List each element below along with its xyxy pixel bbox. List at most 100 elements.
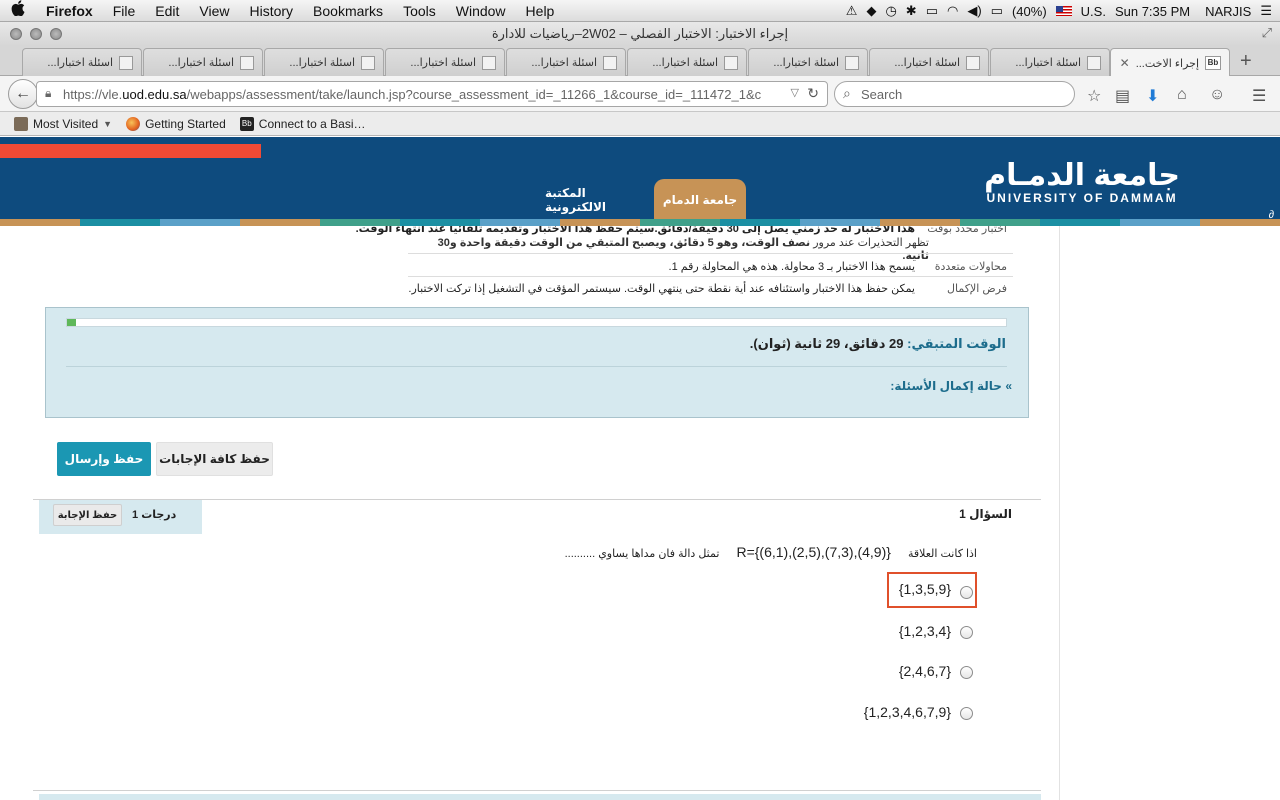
page-icon	[724, 55, 738, 70]
close-window-button[interactable]	[10, 28, 22, 40]
question-points: 1 درجات	[132, 509, 177, 521]
search-bar[interactable]: ⌕ Search	[834, 81, 1075, 107]
menu-icon[interactable]: ☰	[1252, 86, 1266, 106]
page-icon	[1087, 55, 1101, 70]
url-bar[interactable]: 🔒︎ https://vle. uod.edu.sa/webapps/assess…	[36, 81, 828, 107]
tab-label: ...اسئلة اختبارا	[47, 57, 113, 69]
university-logo[interactable]: جامعة الدمـام UNIVERSITY OF DAMMAM	[984, 159, 1180, 206]
nav-tab-university[interactable]: جامعة الدمام	[654, 179, 746, 221]
fullscreen-icon[interactable]: ⤢	[1262, 25, 1272, 41]
save-and-submit-button[interactable]: حفظ وإرسال	[57, 442, 151, 476]
input-source[interactable]: U.S.	[1081, 4, 1106, 19]
wifi-icon[interactable]: ◠	[947, 3, 958, 19]
answer-choice[interactable]: {2,4,6,7}	[840, 660, 980, 684]
question-label: السؤال	[969, 507, 1012, 521]
menu-window[interactable]: Window	[446, 3, 516, 19]
zoom-window-button[interactable]	[50, 28, 62, 40]
browser-tab[interactable]: ...اسئلة اختبارا	[990, 48, 1110, 76]
force-completion-label: فرض الإكمال	[947, 283, 1007, 295]
minimize-window-button[interactable]	[30, 28, 42, 40]
list-icon[interactable]: ☰	[1260, 3, 1272, 19]
menu-firefox[interactable]: Firefox	[36, 3, 103, 19]
time-machine-icon[interactable]: ◷	[885, 3, 896, 19]
url-path: /webapps/assessment/take/launch.jsp?cour…	[186, 86, 762, 102]
menu-edit[interactable]: Edit	[145, 3, 189, 19]
question-status-label: حالة إكمال الأسئلة:	[890, 379, 1002, 393]
browser-tab-active[interactable]: ✕ ...إجراء الاخت Bb	[1110, 48, 1230, 77]
browser-tab[interactable]: ...اسئلة اختبارا	[748, 48, 868, 76]
bookmark-connect[interactable]: Bb Connect to a Basi…	[239, 116, 366, 131]
menu-help[interactable]: Help	[516, 3, 565, 19]
choice-radio[interactable]	[960, 626, 973, 639]
attempts-label: محاولات متعددة	[934, 261, 1007, 273]
browser-tab[interactable]: ...اسئلة اختبارا	[385, 48, 505, 76]
reload-icon[interactable]: ↻	[807, 85, 819, 102]
new-tab-icon[interactable]: +	[1240, 50, 1252, 73]
menu-history[interactable]: History	[239, 3, 303, 19]
back-arrow-icon: ←	[15, 85, 31, 102]
choice-radio[interactable]	[960, 586, 973, 599]
search-placeholder: Search	[861, 86, 903, 102]
logo-arabic: جامعة الدمـام	[984, 159, 1180, 192]
dropbox-icon[interactable]: ◆	[866, 3, 876, 19]
window-titlebar: إجراء الاختبار: الاختبار الفصلي – 2W02–ر…	[0, 22, 1280, 46]
save-all-answers-button[interactable]: حفظ كافة الإجابات	[156, 442, 273, 476]
battery-icon[interactable]: ▭	[991, 3, 1003, 19]
browser-tab[interactable]: ...اسئلة اختبارا	[627, 48, 747, 76]
dropdown-icon[interactable]: ▽	[790, 86, 799, 99]
tab-label: ...اسئلة اختبارا	[531, 57, 597, 69]
bluetooth-icon[interactable]: ✱	[906, 3, 917, 19]
firefox-icon	[126, 116, 141, 131]
browser-tab[interactable]: ...اسئلة اختبارا	[506, 48, 626, 76]
menu-file[interactable]: File	[103, 3, 146, 19]
save-answer-button[interactable]: حفظ الإجابة	[53, 504, 122, 526]
color-strip	[0, 219, 1280, 226]
bookmark-label: Getting Started	[145, 116, 226, 131]
nav-tab-library[interactable]: المكتبة الالكترونية	[545, 179, 645, 221]
color-strip-segment	[480, 219, 560, 226]
alert-icon[interactable]: ⚠	[846, 3, 858, 19]
downloads-icon[interactable]: ⬇	[1146, 86, 1159, 106]
clock[interactable]: Sun 7:35 PM	[1115, 4, 1190, 19]
choice-label: {2,4,6,7}	[898, 663, 951, 679]
battery-percent: (40%)	[1011, 3, 1047, 19]
display-icon[interactable]: ▭	[926, 3, 938, 19]
color-strip-segment	[640, 219, 720, 226]
timer-progress-fill	[67, 319, 77, 326]
divider	[408, 276, 1013, 277]
menu-tools[interactable]: Tools	[393, 3, 446, 19]
browser-tab[interactable]: ...اسئلة اختبارا	[869, 48, 989, 76]
menu-view[interactable]: View	[189, 3, 239, 19]
back-button[interactable]: ←	[8, 79, 38, 109]
apple-icon[interactable]	[0, 0, 36, 21]
user-name[interactable]: NARJIS	[1205, 4, 1251, 19]
answer-choice[interactable]: {1,2,3,4,6,7,9}	[840, 701, 980, 725]
bookmark-most-visited[interactable]: Most Visited ▼	[14, 116, 112, 131]
answer-choice[interactable]: {1,3,5,9}	[840, 580, 980, 604]
menu-bookmarks[interactable]: Bookmarks	[303, 3, 393, 19]
folder-icon	[14, 116, 28, 131]
browser-tab[interactable]: ...اسئلة اختبارا	[22, 48, 142, 76]
question-number: 1	[959, 507, 966, 521]
color-strip-segment	[80, 219, 160, 226]
question-status-toggle[interactable]: » حالة إكمال الأسئلة:	[890, 379, 1012, 393]
browser-tab[interactable]: ...اسئلة اختبارا	[143, 48, 263, 76]
answer-choice[interactable]: {1,2,3,4}	[840, 620, 980, 644]
reading-list-icon[interactable]: ▤	[1115, 86, 1130, 106]
page-icon	[482, 55, 496, 70]
timed-test-value: هذا الاختبار له حد زمني يصل إلى 30 دقيقة…	[355, 226, 915, 235]
chat-icon[interactable]: ☺	[1209, 86, 1225, 104]
volume-icon[interactable]: ◀)	[967, 3, 981, 19]
choice-radio[interactable]	[960, 707, 973, 720]
home-icon[interactable]: ⌂	[1177, 86, 1187, 104]
color-strip-segment	[400, 219, 480, 226]
close-tab-icon[interactable]: ✕	[1120, 56, 1130, 70]
bookmark-star-icon[interactable]: ☆	[1087, 86, 1101, 106]
bookmark-getting-started[interactable]: Getting Started	[126, 116, 226, 131]
choice-radio[interactable]	[960, 666, 973, 679]
flag-icon[interactable]	[1055, 6, 1072, 16]
browser-tab[interactable]: ...اسئلة اختبارا	[264, 48, 384, 76]
page-icon	[361, 55, 375, 70]
color-strip-segment	[160, 219, 240, 226]
choice-label: {1,2,3,4}	[898, 623, 951, 639]
